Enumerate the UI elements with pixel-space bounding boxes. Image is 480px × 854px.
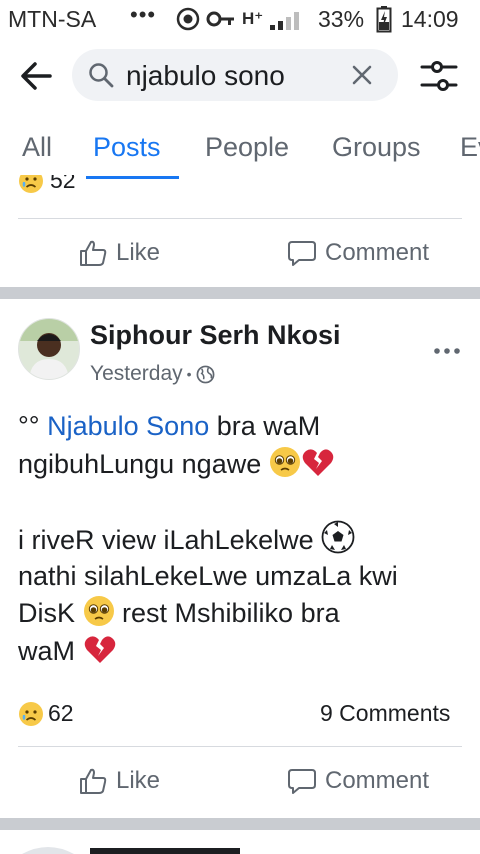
like-label: Like <box>116 239 161 266</box>
prev-post-reactions[interactable]: 52 <box>18 175 76 199</box>
divider <box>18 218 462 219</box>
post-reactions[interactable]: 62 <box>18 700 74 727</box>
tab-events[interactable]: Ev <box>460 132 480 163</box>
signal-icon <box>270 12 299 30</box>
comments-count[interactable]: 9 Comments <box>320 700 450 727</box>
filter-icon[interactable] <box>418 58 460 94</box>
broken-heart-icon <box>84 636 115 663</box>
globe-icon <box>196 365 214 383</box>
text-fragment: °° <box>18 411 48 441</box>
post-author[interactable]: Siphour Serh Nkosi <box>90 320 341 351</box>
search-header: njabulo sono <box>0 40 480 110</box>
meta-separator: • <box>186 366 192 382</box>
post-text-line-3: i riveR view iLahLekelwe <box>18 520 355 559</box>
next-post-peek <box>0 838 480 854</box>
like-button[interactable]: Like <box>78 766 160 796</box>
next-post-avatar-edge <box>22 847 240 854</box>
post-time[interactable]: Yesterday <box>90 362 183 386</box>
post-text-line-1: °° Njabulo Sono bra waM <box>18 408 320 445</box>
reaction-count: 62 <box>48 700 74 726</box>
notification-dots: ••• <box>130 2 157 27</box>
text-fragment: ngibuhLungu ngawe <box>18 449 269 479</box>
feed-separator <box>0 818 480 830</box>
thumbs-up-icon <box>80 768 107 794</box>
divider <box>18 746 462 747</box>
tab-posts[interactable]: Posts <box>93 132 161 163</box>
search-query: njabulo sono <box>126 60 285 91</box>
search-input[interactable]: njabulo sono <box>72 49 398 101</box>
prev-reaction-count: 52 <box>50 175 76 193</box>
pleading-emoji-icon <box>269 447 300 477</box>
prev-like-button[interactable]: Like <box>78 238 160 268</box>
comment-icon <box>288 241 316 266</box>
text-fragment: i riveR view iLahLekelwe <box>18 525 322 555</box>
soccer-ball-icon <box>321 520 355 554</box>
post-text-line-5: DisK rest Mshibiliko bra <box>18 595 340 632</box>
feed-separator <box>0 287 480 299</box>
avatar[interactable] <box>18 318 80 380</box>
search-icon <box>89 63 114 88</box>
back-arrow-icon[interactable] <box>18 58 54 94</box>
text-fragment: DisK <box>18 598 83 628</box>
avatar-image <box>19 319 79 379</box>
post-text-line-4: nathi silahLekeLwe umzaLa kwi <box>18 558 398 595</box>
active-tab-indicator <box>86 176 179 179</box>
battery-percent: 33% <box>318 6 365 32</box>
text-fragment: rest Mshibiliko bra <box>114 598 340 628</box>
sad-emoji-icon <box>19 175 43 193</box>
text-fragment: bra waM <box>209 411 321 441</box>
clear-icon[interactable] <box>348 61 376 89</box>
tab-all[interactable]: All <box>22 132 52 163</box>
thumbs-up-icon <box>80 240 107 266</box>
post-text-line-6: waM <box>18 633 117 670</box>
text-fragment: nathi silahLekeLwe umzaLa kwi <box>18 561 398 591</box>
data-saver-icon <box>176 7 200 31</box>
comment-button[interactable]: Comment <box>287 766 429 796</box>
comment-label: Comment <box>325 239 430 266</box>
pleading-emoji-icon <box>83 596 114 626</box>
comment-icon <box>288 769 316 794</box>
carrier-label: MTN-SA <box>8 6 97 32</box>
broken-heart-icon <box>302 449 334 476</box>
mention-link[interactable]: Njabulo Sono <box>47 411 209 441</box>
tab-groups[interactable]: Groups <box>332 132 421 163</box>
network-type: H⁺ <box>242 9 264 28</box>
text-fragment: waM <box>18 636 83 666</box>
prev-comment-button[interactable]: Comment <box>287 238 429 268</box>
more-icon[interactable] <box>432 344 462 358</box>
search-tabs: All Posts People Groups Ev <box>0 120 480 180</box>
status-bar: MTN-SA ••• H⁺ 33% 14:09 <box>0 0 480 38</box>
vpn-key-icon <box>206 11 234 27</box>
sad-emoji-icon <box>19 701 43 726</box>
battery-icon <box>376 6 392 33</box>
clock: 14:09 <box>401 6 459 32</box>
tab-people[interactable]: People <box>205 132 289 163</box>
post-meta: Yesterday • <box>90 362 215 386</box>
comment-label: Comment <box>325 767 430 794</box>
post-text-line-2: ngibuhLungu ngawe <box>18 446 335 483</box>
like-label: Like <box>116 767 161 794</box>
